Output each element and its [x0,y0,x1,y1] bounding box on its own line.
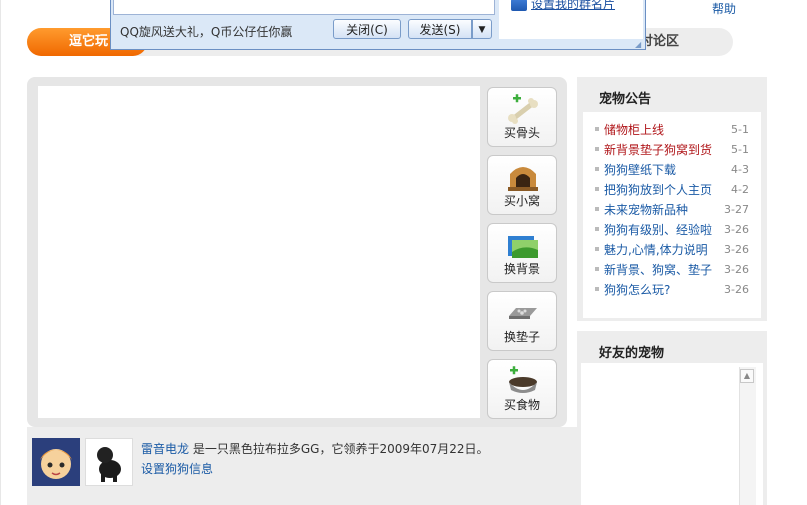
bullet-icon [595,187,599,191]
bullet-icon [595,227,599,231]
buy-bone-button[interactable]: 买骨头 [487,87,557,147]
notice-item[interactable]: 新背景垫子狗窝到货 5-1 [595,141,755,159]
change-mat-button[interactable]: 换垫子 [487,291,557,351]
resize-grip-icon[interactable]: ◢ [635,40,643,49]
user-avatar[interactable] [32,438,80,486]
notice-item[interactable]: 把狗狗放到个人主页 4-2 [595,181,755,199]
owner-name-link[interactable]: 雷音电龙 [141,442,189,456]
chat-popup: 设置我的群名片 QQ旋风送大礼，Q币公仔任你赢 关闭(C) 发送(S) ▼ ◢ [110,0,646,50]
food-bowl-icon [509,366,537,393]
notice-item-link[interactable]: 魅力,心情,体力说明 [604,241,708,258]
notice-item-link[interactable]: 把狗狗放到个人主页 [604,181,712,198]
bullet-icon [595,147,599,151]
bullet-icon [595,247,599,251]
help-link[interactable]: 帮助 [712,0,736,17]
close-button[interactable]: 关闭(C) [333,19,401,39]
friends-pets-title: 好友的宠物 [599,346,665,361]
pet-description-line: 雷音电龙 是一只黑色拉布拉多GG，它领养于2009年07月22日。 [141,440,489,457]
change-background-label: 换背景 [503,262,540,276]
notice-item-date: 3-26 [724,283,749,296]
promo-text[interactable]: QQ旋风送大礼，Q币公仔任你赢 [120,23,292,40]
notice-item-date: 3-26 [724,223,749,236]
notice-item-date: 3-27 [724,203,749,216]
notice-item-link[interactable]: 狗狗壁纸下载 [604,161,676,178]
notice-item-date: 4-3 [731,163,749,176]
background-icon [508,236,538,258]
scroll-up-arrow-icon[interactable]: ▲ [740,369,754,383]
notice-item-link[interactable]: 新背景、狗窝、垫子 [604,261,712,278]
change-mat-label: 换垫子 [503,330,540,344]
notice-item-link[interactable]: 狗狗有级别、经验啦 [604,221,712,238]
notice-item[interactable]: 狗狗怎么玩? 3-26 [595,281,755,299]
friends-scrollbar[interactable] [739,367,756,505]
chat-side-panel: 设置我的群名片 [499,0,643,39]
notice-item-date: 3-26 [724,243,749,256]
buy-bone-label: 买骨头 [503,126,540,140]
send-options-dropdown[interactable]: ▼ [472,19,492,39]
notice-item-link[interactable]: 未来宠物新品种 [604,201,688,218]
bullet-icon [595,207,599,211]
bone-icon [508,94,538,124]
notice-item[interactable]: 新背景、狗窝、垫子 3-26 [595,261,755,279]
notice-item-date: 4-2 [731,183,749,196]
chat-input[interactable] [113,0,495,15]
bullet-icon [595,287,599,291]
buy-food-button[interactable]: 买食物 [487,359,557,419]
pet-settings-link[interactable]: 设置狗狗信息 [141,460,213,477]
friends-pets-list[interactable] [581,363,763,505]
page-edge [0,0,1,505]
buy-doghouse-label: 买小窝 [503,194,540,208]
buy-doghouse-button[interactable]: 买小窝 [487,155,557,215]
card-icon [511,0,527,11]
pet-description: 是一只黑色拉布拉多GG，它领养于2009年07月22日。 [192,442,489,456]
notice-item[interactable]: 未来宠物新品种 3-27 [595,201,755,219]
notice-item-link[interactable]: 狗狗怎么玩? [604,281,670,298]
buy-food-label: 买食物 [503,398,540,412]
bullet-icon [595,267,599,271]
change-background-button[interactable]: 换背景 [487,223,557,283]
bullet-icon [595,167,599,171]
black-dog-image [97,447,121,482]
pet-thumbnail[interactable] [85,438,133,486]
notice-item-link[interactable]: 储物柜上线 [604,121,664,138]
notice-item-link[interactable]: 新背景垫子狗窝到货 [604,141,712,158]
notice-item[interactable]: 储物柜上线 5-1 [595,121,755,139]
notice-title: 宠物公告 [599,92,652,107]
doghouse-icon [508,167,538,191]
notice-item-date: 3-26 [724,263,749,276]
notice-item-date: 5-1 [731,143,749,156]
notice-item[interactable]: 狗狗壁纸下载 4-3 [595,161,755,179]
send-button[interactable]: 发送(S) [408,19,472,39]
notice-item-date: 5-1 [731,123,749,136]
set-group-card-link[interactable]: 设置我的群名片 [531,0,615,12]
pet-stage[interactable] [38,86,480,418]
mat-icon [509,308,537,319]
notice-item[interactable]: 魅力,心情,体力说明 3-26 [595,241,755,259]
bullet-icon [595,127,599,131]
notice-item[interactable]: 狗狗有级别、经验啦 3-26 [595,221,755,239]
avatar-image [32,438,80,486]
